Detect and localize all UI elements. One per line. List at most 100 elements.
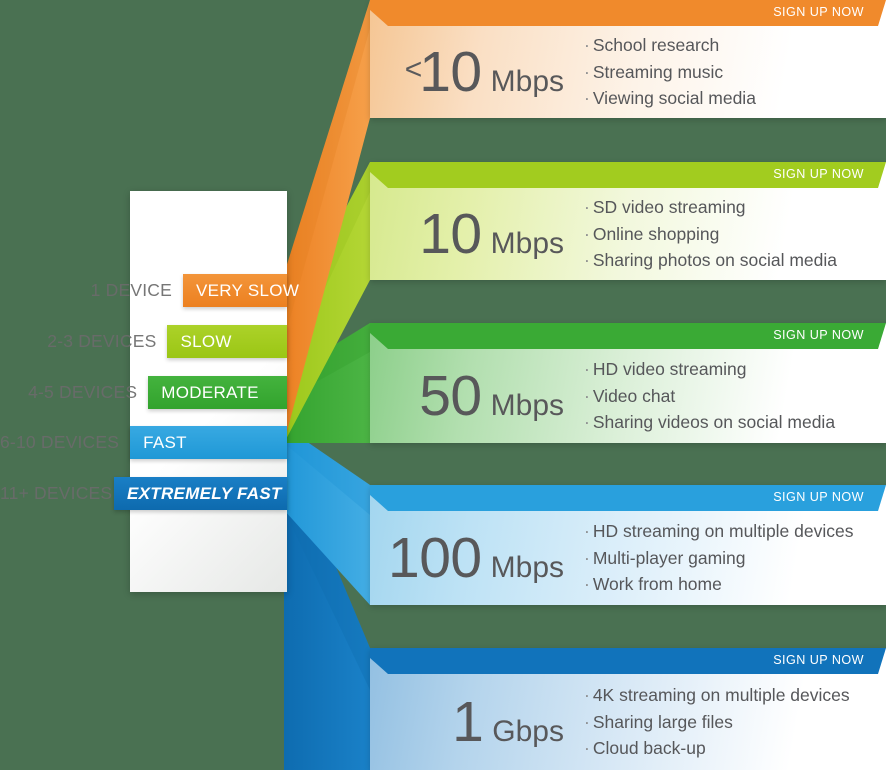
feature-text: Cloud back-up <box>592 738 706 759</box>
wedge-lt10mbps <box>284 0 370 443</box>
speed-rating-bar[interactable]: VERY SLOW <box>183 274 299 307</box>
feature-text: 4K streaming on multiple devices <box>592 685 850 706</box>
feature-list: · School research · Streaming music · Viewi… <box>570 32 886 112</box>
bullet-icon: · <box>584 574 590 595</box>
panel-content: 100 Mbps · HD streaming on multiple devic… <box>370 511 886 605</box>
feature-item: · Viewing social media <box>584 85 886 112</box>
bullet-icon: · <box>584 385 590 406</box>
bullet-icon: · <box>584 197 590 218</box>
speed-unit: Mbps <box>490 64 564 98</box>
speed-rating-bar[interactable]: FAST <box>130 426 287 459</box>
speed-rating-bar[interactable]: SLOW <box>167 325 287 358</box>
feature-text: HD video streaming <box>592 359 747 380</box>
wedge-10mbps <box>284 162 370 443</box>
panel-header: SIGN UP NOW <box>370 162 886 188</box>
speed-value: < 10 Mbps <box>370 39 570 104</box>
feature-item: · HD streaming on multiple devices <box>584 518 886 545</box>
speed-number: 10 <box>419 201 482 266</box>
feature-text: School research <box>592 35 720 56</box>
panel-header: SIGN UP NOW <box>370 648 886 674</box>
speed-unit: Mbps <box>490 550 564 584</box>
speed-rating-label: VERY SLOW <box>196 280 300 300</box>
sign-up-now-button[interactable]: SIGN UP NOW <box>773 323 864 349</box>
plan-panel-10mbps: SIGN UP NOW 10 Mbps · SD video streaming … <box>370 162 886 280</box>
feature-item: · Streaming music <box>584 59 886 86</box>
feature-text: Work from home <box>592 574 722 595</box>
panel-content: 1 Gbps · 4K streaming on multiple devices… <box>370 674 886 770</box>
panel-content: 50 Mbps · HD video streaming · Video chat … <box>370 349 886 443</box>
plan-panel-lt10mbps: SIGN UP NOW < 10 Mbps · School research ·… <box>370 0 886 118</box>
device-count-label: 11+ DEVICES <box>0 483 113 503</box>
feature-text: Video chat <box>592 385 676 406</box>
speed-number: 50 <box>419 363 482 428</box>
panel-body: SIGN UP NOW < 10 Mbps · School research ·… <box>370 0 886 118</box>
device-count-label: 4-5 DEVICES <box>28 382 138 402</box>
bullet-icon: · <box>584 711 590 732</box>
speed-rating-label: SLOW <box>180 331 232 351</box>
sign-up-now-button[interactable]: SIGN UP NOW <box>773 485 864 511</box>
plan-panel-1gbps: SIGN UP NOW 1 Gbps · 4K streaming on mult… <box>370 648 886 770</box>
feature-item: · Video chat <box>584 383 886 410</box>
plan-panel-100mbps: SIGN UP NOW 100 Mbps · HD streaming on mu… <box>370 485 886 605</box>
speed-rating-bar[interactable]: EXTREMELY FAST <box>114 477 287 510</box>
feature-text: Viewing social media <box>592 88 756 109</box>
bullet-icon: · <box>584 223 590 244</box>
infographic-canvas: 1 DEVICE VERY SLOW 2-3 DEVICES SLOW 4-5 … <box>0 0 886 770</box>
device-row: 2-3 DEVICES SLOW <box>0 325 287 358</box>
speed-unit: Gbps <box>492 714 564 748</box>
bullet-icon: · <box>584 359 590 380</box>
feature-item: · Work from home <box>584 571 886 598</box>
speed-value: 10 Mbps <box>370 201 570 266</box>
wedge-50mbps <box>284 323 370 443</box>
sign-up-now-button[interactable]: SIGN UP NOW <box>773 648 864 674</box>
speed-rating-label: EXTREMELY FAST <box>127 483 282 503</box>
bullet-icon: · <box>584 412 590 433</box>
panel-header: SIGN UP NOW <box>370 0 886 26</box>
feature-item: · Cloud back-up <box>584 735 886 762</box>
bullet-icon: · <box>584 685 590 706</box>
speed-unit: Mbps <box>490 388 564 422</box>
speed-rating-label: FAST <box>143 432 187 452</box>
device-count-label: 6-10 DEVICES <box>0 432 120 452</box>
feature-text: Online shopping <box>592 223 720 244</box>
feature-text: Sharing large files <box>592 711 733 732</box>
feature-text: Sharing photos on social media <box>592 250 838 271</box>
device-count-label: 1 DEVICE <box>90 280 172 300</box>
speed-number: 1 <box>452 689 484 754</box>
wedge-100mbps <box>284 426 370 605</box>
speed-number: 10 <box>419 39 482 104</box>
bullet-icon: · <box>584 547 590 568</box>
feature-list: · HD streaming on multiple devices · Multi… <box>570 518 886 598</box>
feature-text: HD streaming on multiple devices <box>592 521 854 542</box>
feature-item: · School research <box>584 32 886 59</box>
sign-up-now-button[interactable]: SIGN UP NOW <box>773 162 864 188</box>
bullet-icon: · <box>584 61 590 82</box>
bullet-icon: · <box>584 250 590 271</box>
speed-unit: Mbps <box>490 226 564 260</box>
feature-item: · HD video streaming <box>584 356 886 383</box>
device-count-label: 2-3 DEVICES <box>47 331 157 351</box>
feature-item: · 4K streaming on multiple devices <box>584 682 886 709</box>
feature-text: Streaming music <box>592 61 724 82</box>
panel-body: SIGN UP NOW 50 Mbps · HD video streaming … <box>370 323 886 443</box>
feature-item: · Sharing videos on social media <box>584 409 886 436</box>
panel-header: SIGN UP NOW <box>370 485 886 511</box>
device-row: 11+ DEVICES EXTREMELY FAST <box>0 477 287 510</box>
feature-list: · HD video streaming · Video chat · Sharing… <box>570 356 886 436</box>
plan-panel-50mbps: SIGN UP NOW 50 Mbps · HD video streaming … <box>370 323 886 443</box>
sign-up-now-button[interactable]: SIGN UP NOW <box>773 0 864 26</box>
feature-list: · SD video streaming · Online shopping · Sh… <box>570 194 886 274</box>
bullet-icon: · <box>584 738 590 759</box>
device-row: 1 DEVICE VERY SLOW <box>0 274 299 307</box>
device-row: 4-5 DEVICES MODERATE <box>0 376 287 409</box>
panel-body: SIGN UP NOW 1 Gbps · 4K streaming on mult… <box>370 648 886 770</box>
bullet-icon: · <box>584 88 590 109</box>
feature-list: · 4K streaming on multiple devices · Shari… <box>570 682 886 762</box>
panel-content: 10 Mbps · SD video streaming · Online shop… <box>370 188 886 280</box>
panel-header: SIGN UP NOW <box>370 323 886 349</box>
panel-content: < 10 Mbps · School research · Streaming mu… <box>370 26 886 118</box>
feature-text: SD video streaming <box>592 197 746 218</box>
speed-value: 50 Mbps <box>370 363 570 428</box>
speed-rating-bar[interactable]: MODERATE <box>148 376 287 409</box>
speed-rating-label: MODERATE <box>161 382 259 402</box>
